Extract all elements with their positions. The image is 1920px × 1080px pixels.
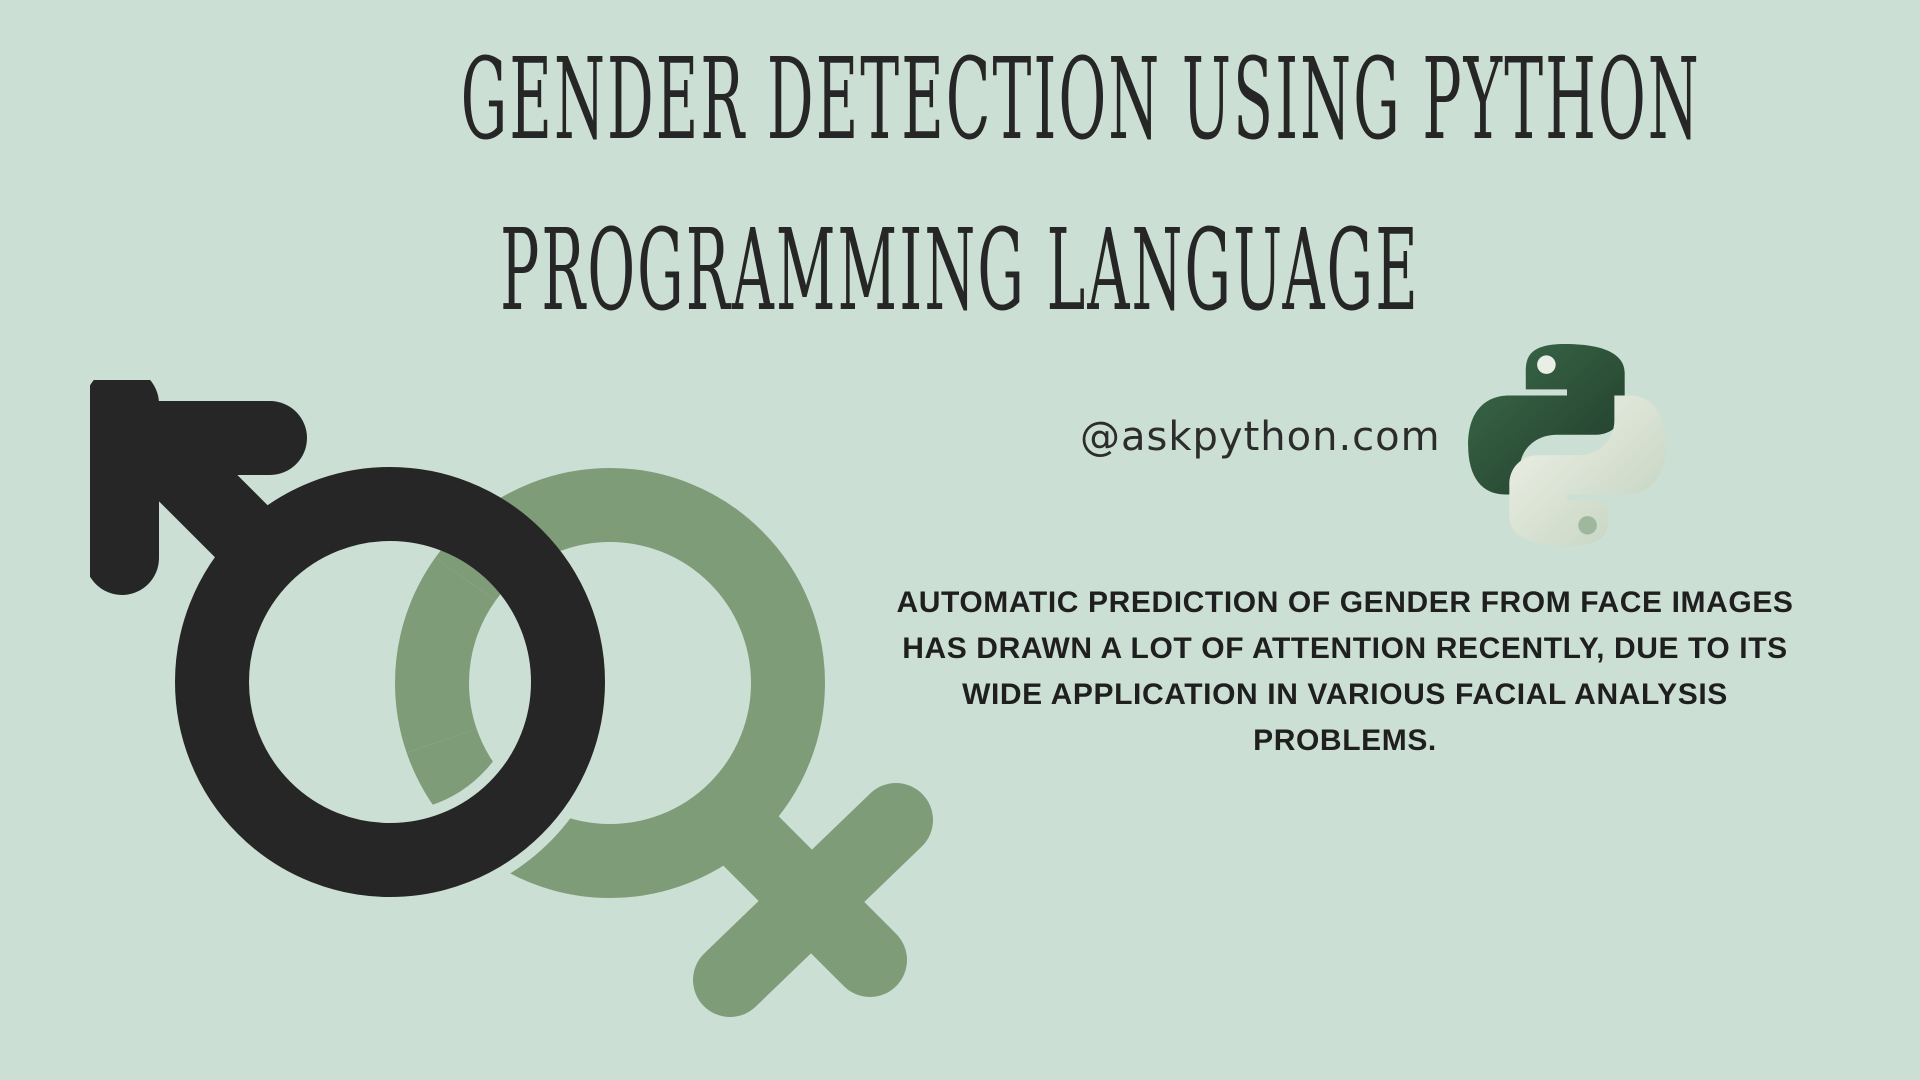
male-symbol-icon <box>90 380 616 908</box>
python-logo-icon <box>1468 344 1666 546</box>
gender-symbols-icon <box>90 380 933 1017</box>
title-line-2: PROGRAMMING LANGUAGE <box>500 206 1420 336</box>
website-handle: @askpython.com <box>1080 414 1441 460</box>
title-line-1: GENDER DETECTION USING PYTHON <box>460 35 1701 165</box>
description-text: AUTOMATIC PREDICTION OF GENDER FROM FACE… <box>896 586 1794 757</box>
banner: GENDER DETECTION USING PYTHON PROGRAMMIN… <box>0 0 1920 1080</box>
